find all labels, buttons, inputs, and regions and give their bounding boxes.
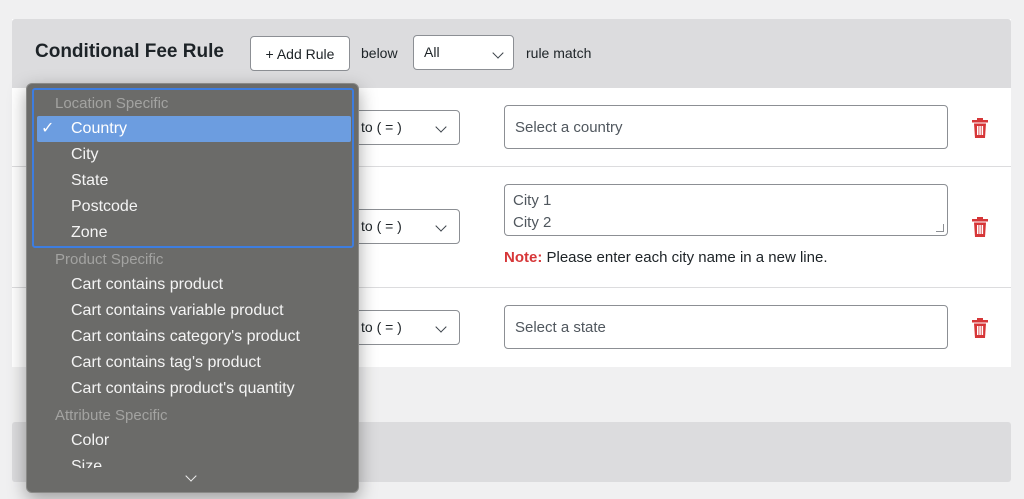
city-note: Note: Please enter each city name in a n… bbox=[504, 249, 828, 266]
rule-match-select[interactable]: All bbox=[413, 35, 514, 70]
note-text: Please enter each city name in a new lin… bbox=[546, 249, 828, 266]
group-label-location: Location Specific bbox=[55, 95, 169, 112]
option-cart-contains-product[interactable]: Cart contains product bbox=[37, 272, 351, 298]
option-color[interactable]: Color bbox=[37, 428, 351, 454]
option-cart-contains-product-quantity[interactable]: Cart contains product's quantity bbox=[37, 376, 351, 402]
operator-select-value: to ( = ) bbox=[361, 319, 402, 335]
city-line: City 1 bbox=[513, 192, 552, 209]
country-select[interactable]: Select a country bbox=[504, 105, 948, 149]
trash-icon[interactable] bbox=[972, 217, 988, 237]
option-label: Country bbox=[71, 120, 128, 137]
option-size[interactable]: Size bbox=[37, 454, 351, 468]
state-select[interactable]: Select a state bbox=[504, 305, 948, 349]
chevron-down-icon bbox=[492, 47, 504, 59]
operator-select-value: to ( = ) bbox=[361, 119, 402, 135]
checkmark-icon: ✓ bbox=[41, 120, 55, 137]
chevron-down-icon bbox=[435, 321, 447, 333]
below-label: below bbox=[361, 45, 398, 61]
city-line: City 2 bbox=[513, 214, 552, 231]
option-postcode[interactable]: Postcode bbox=[37, 194, 351, 220]
add-rule-button[interactable]: + Add Rule bbox=[250, 36, 350, 71]
option-cart-contains-variable-product[interactable]: Cart contains variable product bbox=[37, 298, 351, 324]
option-city[interactable]: City bbox=[37, 142, 351, 168]
option-cart-contains-category-product[interactable]: Cart contains category's product bbox=[37, 324, 351, 350]
group-label-attribute: Attribute Specific bbox=[55, 407, 168, 424]
chevron-down-icon bbox=[435, 121, 447, 133]
option-cart-contains-tag-product[interactable]: Cart contains tag's product bbox=[37, 350, 351, 376]
page-title: Conditional Fee Rule bbox=[35, 41, 224, 62]
chevron-down-icon[interactable] bbox=[185, 470, 197, 482]
note-label: Note: bbox=[504, 249, 543, 266]
rule-match-label: rule match bbox=[526, 45, 592, 61]
operator-select[interactable]: to ( = ) bbox=[348, 110, 460, 145]
operator-select[interactable]: to ( = ) bbox=[348, 209, 460, 244]
option-zone[interactable]: Zone bbox=[37, 220, 351, 246]
operator-select[interactable]: to ( = ) bbox=[348, 310, 460, 345]
operator-select-value: to ( = ) bbox=[361, 218, 402, 234]
resize-handle-icon[interactable] bbox=[936, 224, 944, 232]
option-country[interactable]: ✓ Country bbox=[37, 116, 351, 142]
condition-type-dropdown[interactable]: Location Specific ✓ Country City State P… bbox=[26, 83, 359, 493]
option-state[interactable]: State bbox=[37, 168, 351, 194]
chevron-down-icon bbox=[435, 220, 447, 232]
trash-icon[interactable] bbox=[972, 118, 988, 138]
city-textarea[interactable]: City 1 City 2 bbox=[504, 184, 948, 236]
panel-header: Conditional Fee Rule + Add Rule below Al… bbox=[12, 19, 1011, 87]
rule-match-select-value: All bbox=[424, 44, 440, 60]
group-label-product: Product Specific bbox=[55, 251, 164, 268]
trash-icon[interactable] bbox=[972, 318, 988, 338]
